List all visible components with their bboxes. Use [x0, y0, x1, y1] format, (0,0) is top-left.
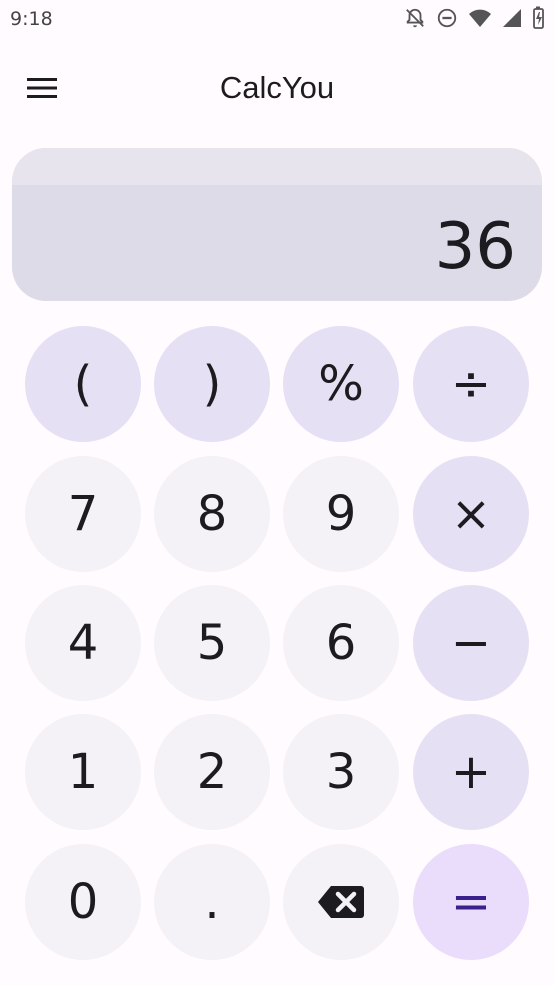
open-parenthesis-button[interactable]: ( — [25, 326, 141, 442]
display-value: 36 — [434, 210, 516, 284]
digit-8-button[interactable]: 8 — [154, 456, 270, 572]
divide-button[interactable]: ÷ — [413, 326, 529, 442]
digit-3-button[interactable]: 3 — [283, 714, 399, 830]
add-button[interactable]: + — [413, 714, 529, 830]
cellular-signal-icon — [503, 9, 521, 27]
digit-2-button[interactable]: 2 — [154, 714, 270, 830]
battery-icon — [533, 6, 544, 29]
wifi-icon — [469, 9, 491, 27]
backspace-icon — [318, 886, 364, 918]
percent-button[interactable]: % — [283, 326, 399, 442]
do-not-disturb-icon — [437, 8, 457, 28]
top-app-bar: CalcYou — [0, 50, 554, 126]
digit-9-button[interactable]: 9 — [283, 456, 399, 572]
digit-1-button[interactable]: 1 — [25, 714, 141, 830]
keypad: ( ) % ÷ 7 8 9 × 4 5 6 − 1 2 3 + 0 . = — [25, 326, 529, 960]
app-title: CalcYou — [219, 70, 335, 105]
multiply-button[interactable]: × — [413, 456, 529, 572]
equals-button[interactable]: = — [413, 844, 529, 960]
digit-4-button[interactable]: 4 — [25, 585, 141, 701]
status-icons — [404, 6, 544, 30]
status-time: 9:18 — [10, 8, 53, 30]
digit-0-button[interactable]: 0 — [25, 844, 141, 960]
digit-5-button[interactable]: 5 — [154, 585, 270, 701]
result-display: 36 — [12, 148, 542, 301]
digit-6-button[interactable]: 6 — [283, 585, 399, 701]
notifications-off-icon — [406, 8, 424, 28]
decimal-point-button[interactable]: . — [154, 844, 270, 960]
subtract-button[interactable]: − — [413, 585, 529, 701]
backspace-button[interactable] — [283, 844, 399, 960]
close-parenthesis-button[interactable]: ) — [154, 326, 270, 442]
menu-button[interactable] — [16, 64, 68, 112]
status-bar: 9:18 — [0, 0, 554, 40]
digit-7-button[interactable]: 7 — [25, 456, 141, 572]
hamburger-menu-icon — [27, 78, 57, 98]
display-expression-area — [12, 148, 542, 185]
